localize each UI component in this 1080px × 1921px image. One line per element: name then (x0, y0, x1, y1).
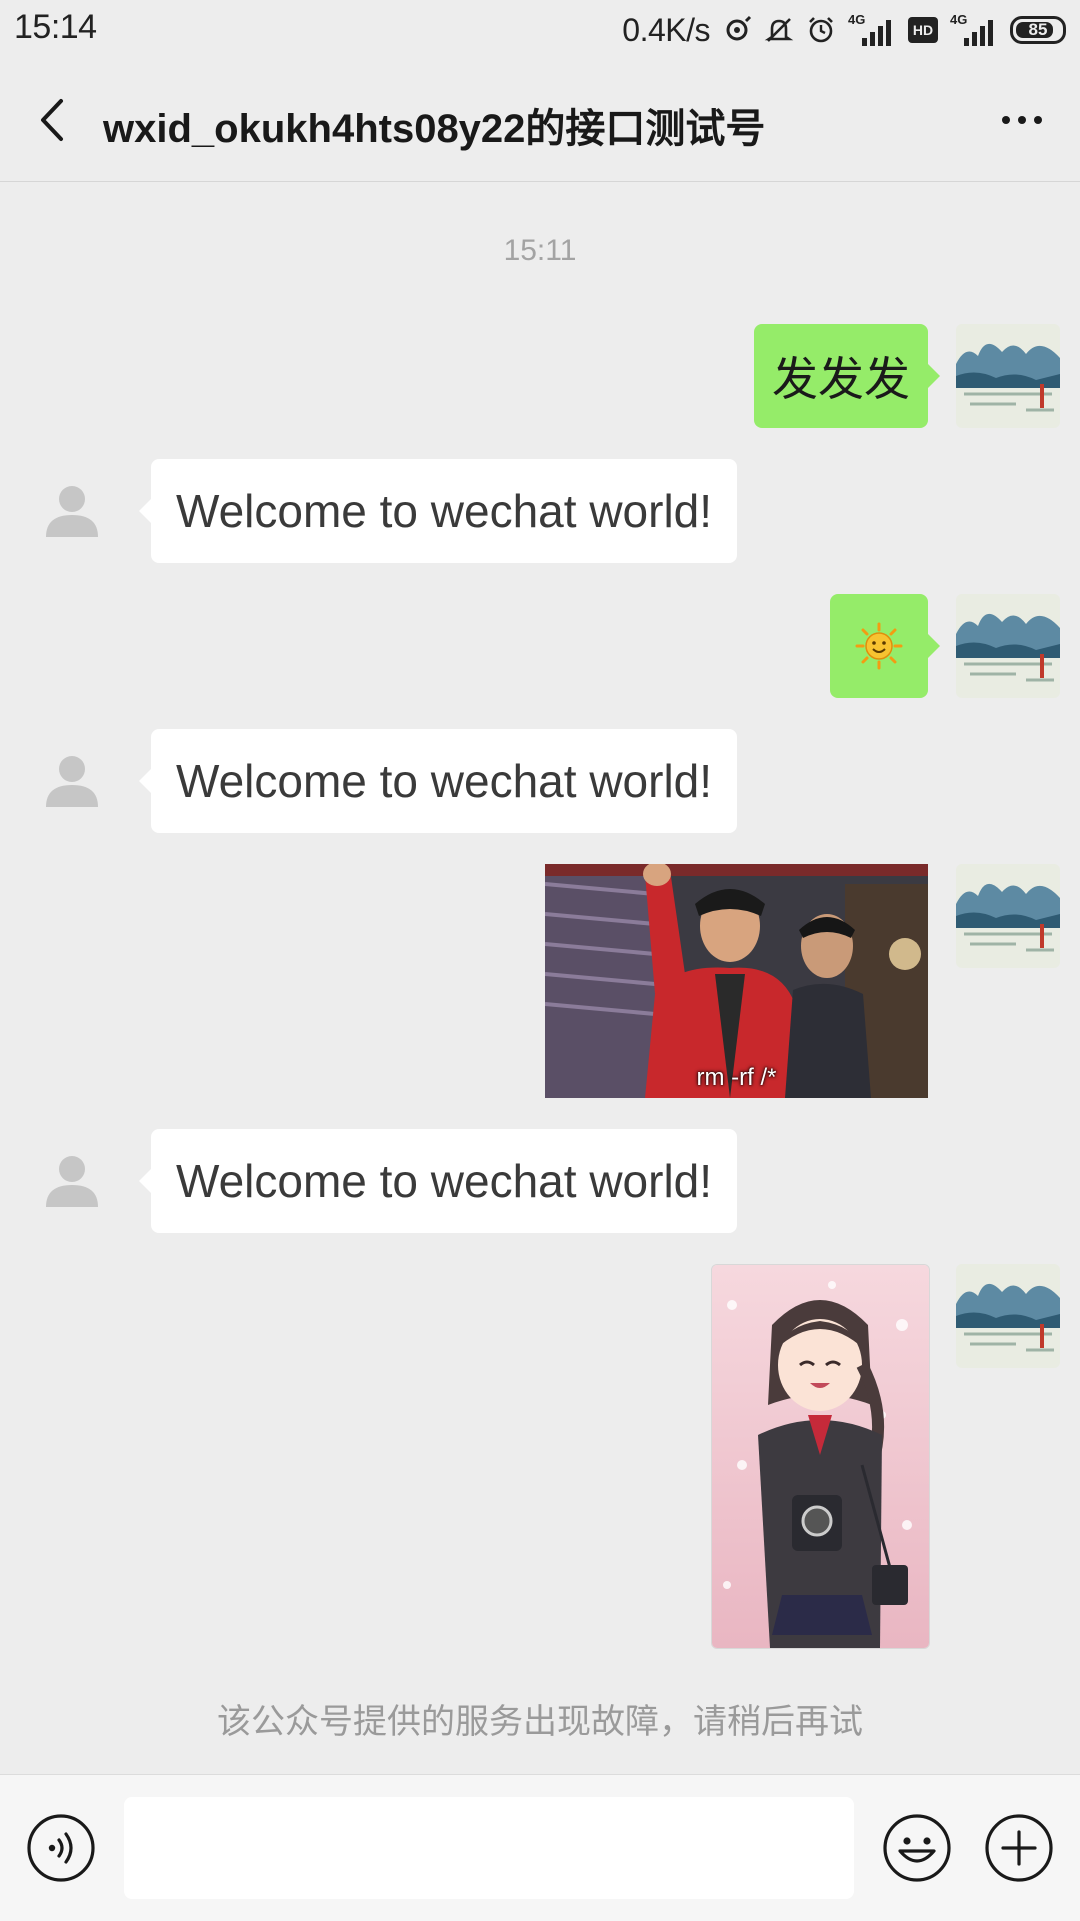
default-person-icon (46, 486, 98, 537)
contact-avatar[interactable] (20, 1129, 124, 1233)
nav-bar: wxid_okukh4hts08y22的接口测试号 (0, 60, 1080, 182)
emoji-button[interactable] (882, 1813, 952, 1883)
plus-icon (985, 1814, 1053, 1882)
image-message-gif[interactable]: rm -rf /* (545, 864, 928, 1098)
message-bubble-sent[interactable]: 发发发 (754, 324, 940, 428)
voice-button[interactable] (26, 1813, 96, 1883)
message-bubble-received[interactable]: Welcome to wechat world! (138, 1129, 738, 1233)
status-bar: 15:14 0.4K/s 4G HD 4G 85 (0, 0, 1080, 60)
mute-bell-icon (764, 15, 794, 45)
status-time: 15:14 (14, 8, 97, 46)
image-caption: rm -rf /* (696, 1064, 777, 1091)
message-timestamp: 15:11 (503, 234, 577, 267)
message-input[interactable] (124, 1797, 854, 1899)
more-dot-icon (1002, 116, 1010, 124)
system-notice: 该公众号提供的服务出现故障，请稍后再试 (217, 1703, 863, 1741)
emoji-icon (883, 1814, 951, 1882)
back-arrow-icon (41, 99, 63, 141)
message-text: Welcome to wechat world! (176, 1155, 713, 1207)
battery-icon: 85 (1010, 16, 1066, 44)
alarm-icon (806, 15, 836, 45)
back-button[interactable] (28, 92, 76, 148)
image-message-photo[interactable] (711, 1264, 930, 1649)
message-text: Welcome to wechat world! (176, 485, 713, 537)
landscape-avatar-icon (956, 1264, 1060, 1368)
photo-image-icon (545, 864, 928, 1098)
my-avatar[interactable] (956, 324, 1060, 428)
signal-1-icon: 4G (848, 12, 896, 46)
my-avatar[interactable] (956, 1264, 1060, 1368)
network-speed: 0.4K/s (622, 11, 710, 48)
battery-level: 85 (1028, 20, 1048, 39)
landscape-avatar-icon (956, 864, 1060, 968)
more-dot-icon (1034, 116, 1042, 124)
input-bar (0, 1774, 1080, 1921)
my-avatar[interactable] (956, 864, 1060, 968)
default-person-icon (46, 1156, 98, 1207)
more-dot-icon (1018, 116, 1026, 124)
message-bubble-received[interactable]: Welcome to wechat world! (138, 459, 738, 563)
contact-avatar[interactable] (20, 459, 124, 563)
landscape-avatar-icon (956, 324, 1060, 428)
plus-button[interactable] (984, 1813, 1054, 1883)
hd-badge: HD (908, 17, 938, 43)
message-text: Welcome to wechat world! (176, 755, 713, 807)
signal-2-icon: 4G (950, 12, 998, 46)
anime-girl-image-icon (712, 1265, 929, 1648)
voice-icon (27, 1814, 95, 1882)
hotspot-icon (722, 15, 752, 45)
more-options-button[interactable] (992, 96, 1052, 144)
message-text: 发发发 (772, 353, 910, 405)
default-person-icon (46, 756, 98, 807)
chat-area[interactable]: 15:11 发发发 Welcome to wechat world! Welco… (0, 182, 1080, 1774)
landscape-avatar-icon (956, 594, 1060, 698)
contact-avatar[interactable] (20, 729, 124, 833)
my-avatar[interactable] (956, 594, 1060, 698)
chat-title: wxid_okukh4hts08y22的接口测试号 (103, 107, 766, 151)
message-bubble-received[interactable]: Welcome to wechat world! (138, 729, 738, 833)
message-bubble-sent-emoji[interactable] (830, 594, 940, 698)
sun-emoji-icon (855, 622, 903, 670)
status-icons: 0.4K/s 4G HD 4G 85 (622, 10, 1066, 50)
